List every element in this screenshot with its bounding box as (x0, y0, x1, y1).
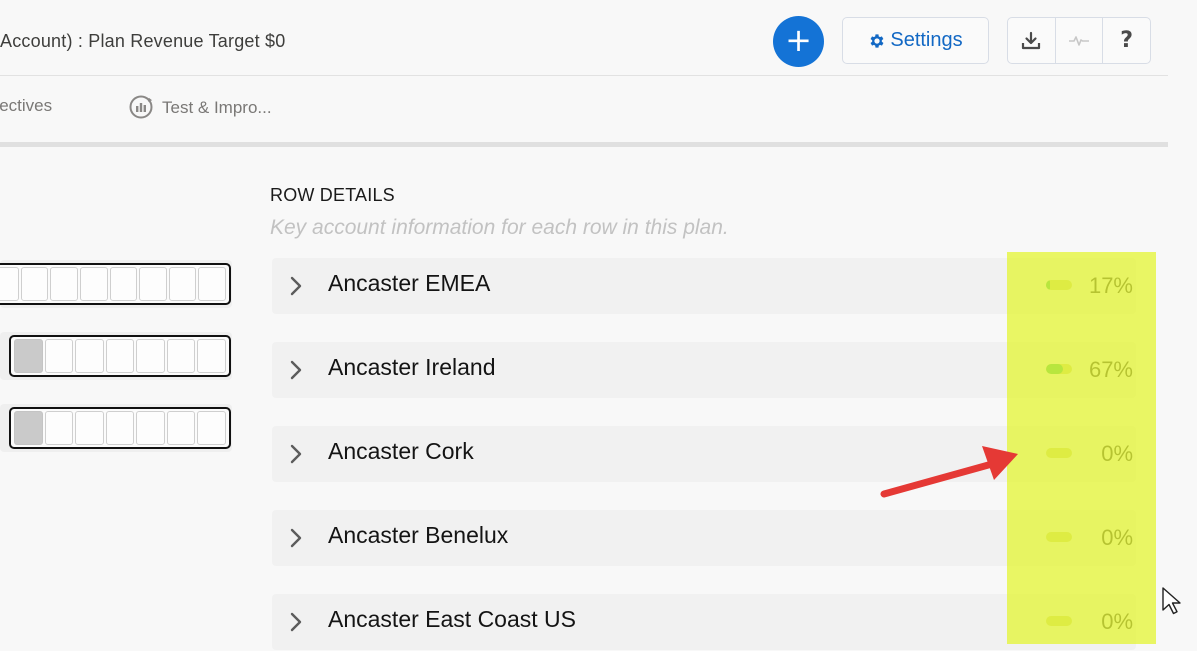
row-name: Ancaster Ireland (328, 354, 496, 380)
segmented-progress-bar (9, 335, 231, 377)
row-progress-bar (1046, 364, 1072, 374)
header-divider (0, 75, 1168, 76)
row-percent: 0% (1101, 525, 1133, 550)
bar-segment (79, 267, 108, 301)
tab-objectives[interactable]: bjectives (0, 96, 52, 116)
row-progress-bar (1046, 448, 1072, 458)
row-percent: 17% (1088, 273, 1133, 298)
chevron-right-icon[interactable] (290, 360, 302, 380)
bar-segment (136, 339, 165, 373)
settings-label: Settings (890, 29, 963, 51)
bar-segment (139, 267, 167, 301)
list-item[interactable]: Ancaster Ireland 67% (272, 342, 1136, 398)
annotation-arrow-icon (880, 446, 1018, 498)
row-name: Ancaster EMEA (328, 270, 491, 296)
chevron-right-icon[interactable] (290, 528, 302, 548)
segmented-progress-bar (9, 407, 231, 449)
row-percent: 0% (1101, 609, 1133, 634)
list-item[interactable]: Ancaster East Coast US 0% (272, 594, 1136, 650)
list-item[interactable]: Ancaster Benelux 0% (272, 510, 1136, 566)
segmented-progress-bar (0, 263, 231, 305)
help-button[interactable]: ? (1103, 18, 1150, 63)
bar-segment (197, 339, 227, 373)
help-icon: ? (1120, 28, 1134, 53)
tab-objectives-label: bjectives (0, 96, 53, 115)
toolbar-icon-group: ? (1007, 17, 1151, 64)
download-icon (1022, 31, 1041, 49)
bar-segment (168, 267, 197, 301)
row-percent: 67% (1088, 357, 1133, 382)
bar-segment (14, 339, 43, 373)
bar-segment (136, 411, 165, 445)
tabs-divider (0, 142, 1168, 147)
tab-test-improve[interactable]: Test & Impro... (128, 95, 272, 120)
bar-segment (0, 267, 19, 301)
activity-button[interactable] (1056, 18, 1104, 63)
bar-segment (109, 267, 138, 301)
row-name: Ancaster Cork (328, 438, 474, 464)
row-name: Ancaster East Coast US (328, 606, 576, 632)
bar-segment (105, 411, 135, 445)
chevron-right-icon[interactable] (290, 276, 302, 296)
gear-icon (870, 33, 884, 48)
chevron-right-icon[interactable] (290, 444, 302, 464)
row-percent: 0% (1101, 441, 1133, 466)
bar-segment (14, 411, 43, 445)
row-progress-fill (1046, 280, 1051, 290)
row-details-heading: ROW DETAILS (270, 185, 395, 205)
bar-segment (105, 339, 135, 373)
bar-segment (20, 267, 49, 301)
chevron-right-icon[interactable] (290, 612, 302, 632)
plan-title: Account) : Plan Revenue Target $0 (0, 31, 286, 51)
bar-segment (75, 411, 104, 445)
bar-segment (166, 339, 196, 373)
mouse-pointer-icon (1162, 587, 1181, 615)
row-progress-bar (1046, 616, 1072, 626)
bar-segment (44, 339, 74, 373)
bar-segment (197, 411, 227, 445)
bar-segment (198, 267, 226, 301)
add-button[interactable]: + (773, 16, 824, 67)
download-button[interactable] (1008, 18, 1056, 63)
tab-test-improve-label: Test & Impro... (162, 98, 272, 117)
row-details-subtitle: Key account information for each row in … (270, 216, 729, 239)
row-progress-fill (1046, 364, 1064, 374)
activity-icon (1069, 35, 1089, 46)
bar-segment (166, 411, 196, 445)
bar-segment (50, 267, 78, 301)
row-progress-bar (1046, 532, 1072, 542)
bar-segment (44, 411, 74, 445)
settings-button[interactable]: Settings (842, 17, 989, 64)
test-improve-icon (129, 95, 153, 119)
bar-segment (75, 339, 104, 373)
row-progress-bar (1046, 280, 1072, 290)
row-name: Ancaster Benelux (328, 522, 509, 548)
list-item[interactable]: Ancaster EMEA 17% (272, 258, 1136, 314)
